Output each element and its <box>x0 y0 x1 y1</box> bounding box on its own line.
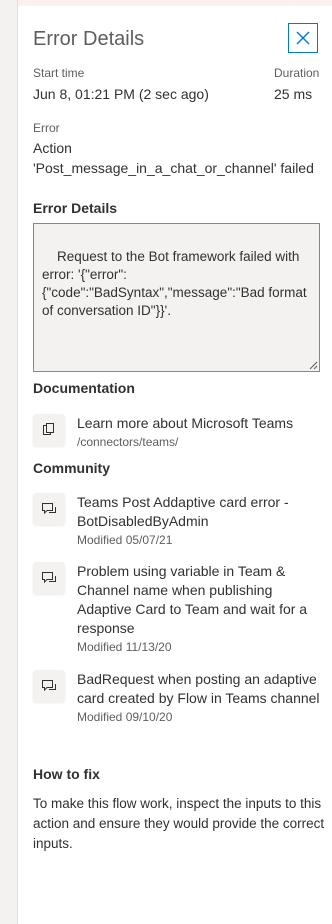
documentation-item-path: /connectors/teams/ <box>77 435 179 449</box>
how-to-fix-heading: How to fix <box>33 766 100 782</box>
chat-icon <box>33 562 65 594</box>
documentation-heading: Documentation <box>33 380 135 396</box>
error-details-panel: Error Details Start time Jun 8, 01:21 PM… <box>18 6 332 924</box>
left-background-strip <box>0 0 18 924</box>
error-label: Error <box>33 121 60 135</box>
close-button[interactable] <box>288 23 318 53</box>
community-item-modified: Modified 09/10/20 <box>77 710 173 724</box>
documentation-item[interactable]: Learn more about Microsoft Teams /connec… <box>33 414 323 450</box>
start-time-label: Start time <box>33 66 85 80</box>
community-item[interactable]: Problem using variable in Team & Channel… <box>33 562 325 654</box>
close-icon <box>296 31 310 45</box>
error-details-textarea[interactable]: Request to the Bot framework failed with… <box>33 223 320 372</box>
duration-value: 25 ms <box>274 86 313 102</box>
start-time-value: Jun 8, 01:21 PM (2 sec ago) <box>33 86 209 102</box>
chat-icon <box>33 670 65 702</box>
community-item-modified: Modified 11/13/20 <box>77 640 172 654</box>
community-heading: Community <box>33 460 110 476</box>
error-details-heading: Error Details <box>33 200 118 216</box>
chat-icon <box>33 493 65 525</box>
error-details-text: Request to the Bot framework failed with… <box>42 249 307 318</box>
resize-grip-icon[interactable] <box>308 360 318 370</box>
document-icon <box>33 414 65 446</box>
community-item-title[interactable]: Teams Post Addaptive card error - BotDis… <box>77 493 325 531</box>
community-item-modified: Modified 05/07/21 <box>77 533 173 547</box>
community-item[interactable]: Teams Post Addaptive card error - BotDis… <box>33 493 325 547</box>
community-item-title[interactable]: BadRequest when posting an adaptive card… <box>77 670 325 708</box>
how-to-fix-text: To make this flow work, inspect the inpu… <box>33 796 325 851</box>
panel-title: Error Details <box>33 28 145 50</box>
error-value: Action 'Post_message_in_a_chat_or_channe… <box>33 140 314 176</box>
duration-label: Duration <box>274 66 320 80</box>
documentation-item-title[interactable]: Learn more about Microsoft Teams <box>77 414 325 433</box>
community-item-title[interactable]: Problem using variable in Team & Channel… <box>77 562 325 638</box>
community-item[interactable]: BadRequest when posting an adaptive card… <box>33 670 323 742</box>
